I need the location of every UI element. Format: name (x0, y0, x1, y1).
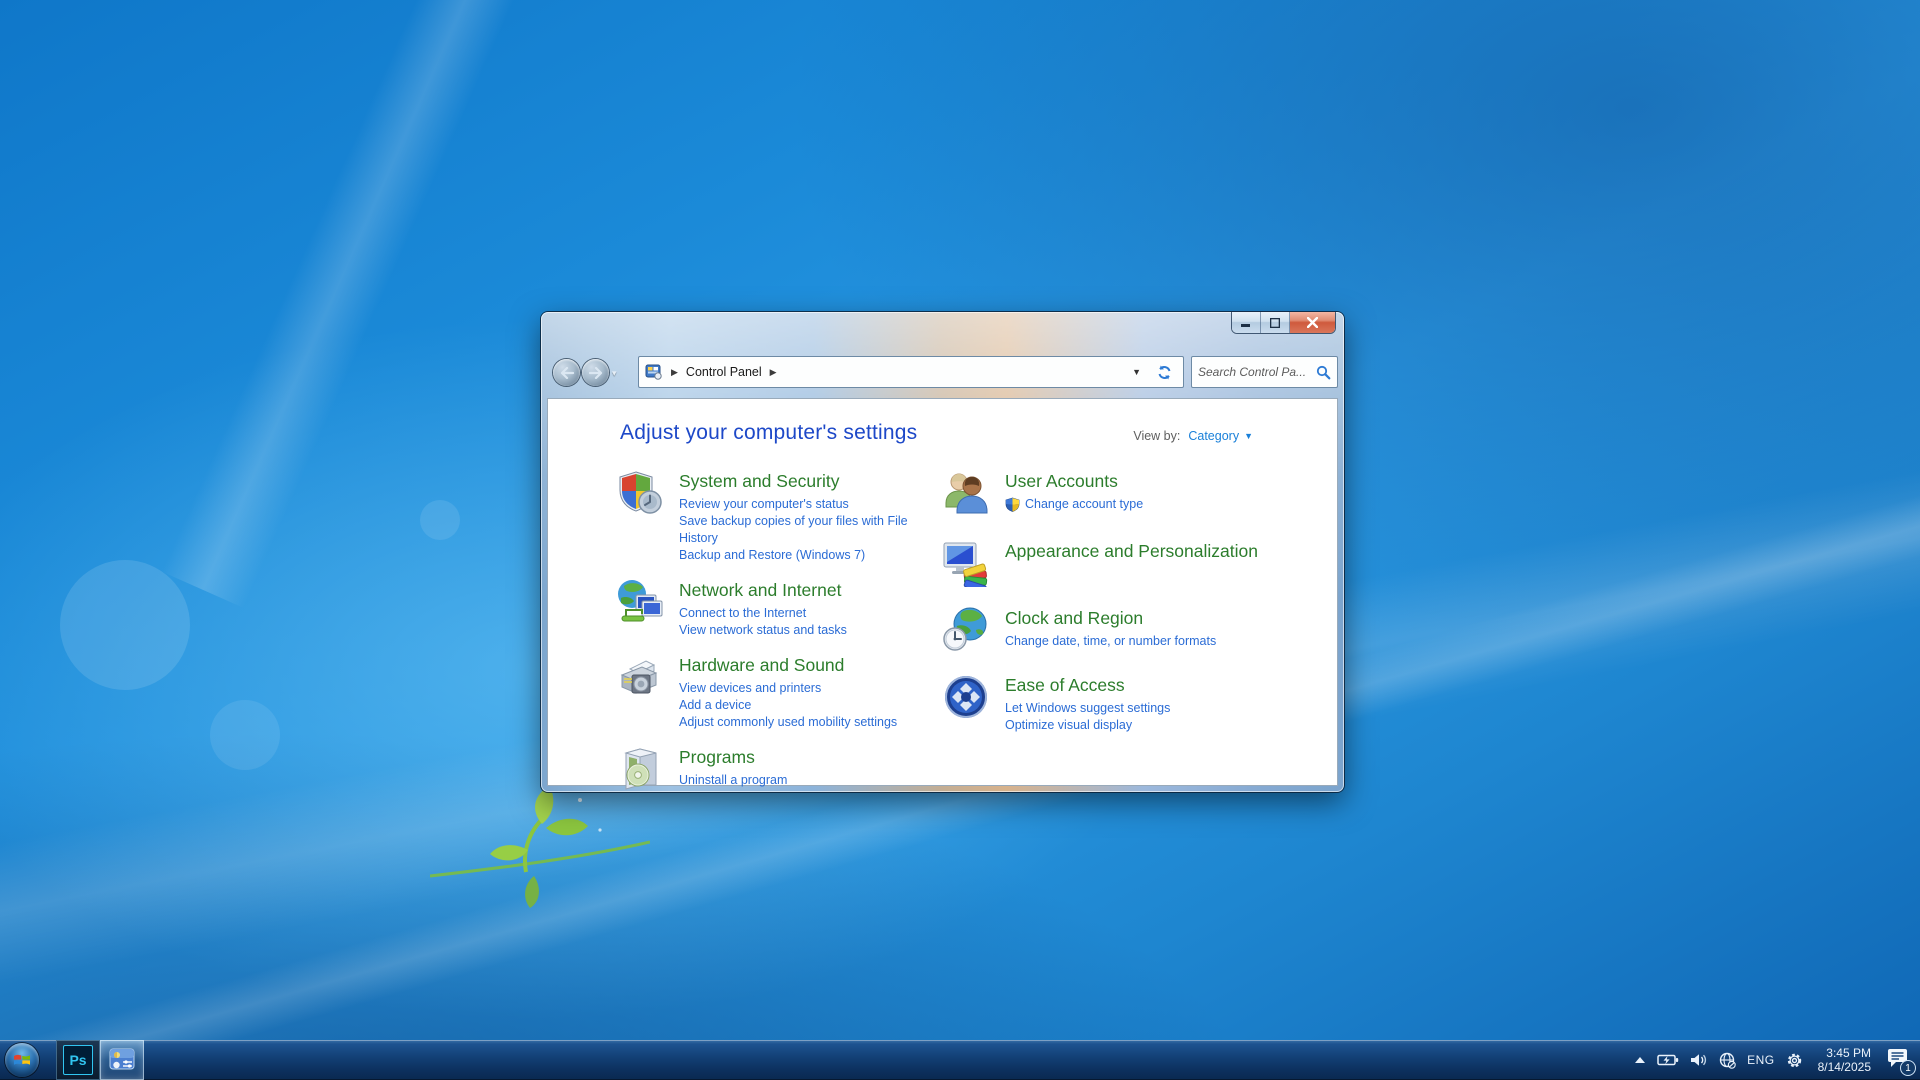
notification-center-button[interactable]: 1 (1886, 1047, 1912, 1073)
clock-and-region-icon[interactable] (942, 606, 990, 654)
desktop: ▾ ▶ Control Panel ▶ ▼ (0, 0, 1920, 1080)
taskbar-photoshop-button[interactable]: Ps (56, 1040, 100, 1080)
search-icon[interactable] (1316, 365, 1331, 380)
link-uninstall-a-program[interactable]: Uninstall a program (679, 772, 787, 789)
wallpaper-bokeh (420, 500, 460, 540)
notification-count-badge: 1 (1900, 1060, 1916, 1076)
category-user-accounts: User Accounts Change account type (942, 469, 1292, 517)
category-appearance-and-personalization: Appearance and Personalization (942, 539, 1292, 587)
category-title-programs[interactable]: Programs (679, 747, 755, 768)
category-clock-and-region: Clock and Region Change date, time, or n… (942, 606, 1292, 654)
control-panel-content: Adjust your computer's settings View by:… (547, 398, 1338, 786)
control-panel-window: ▾ ▶ Control Panel ▶ ▼ (541, 312, 1344, 792)
breadcrumb-caret-icon[interactable]: ▶ (770, 367, 777, 378)
link-change-account-type[interactable]: Change account type (1025, 496, 1143, 513)
settings-gear-icon[interactable] (1786, 1052, 1803, 1069)
category-hardware-and-sound: Hardware and Sound View devices and prin… (616, 653, 928, 731)
chevron-down-icon[interactable]: ▼ (1244, 431, 1253, 441)
control-panel-icon (645, 364, 663, 380)
system-and-security-icon[interactable] (616, 469, 664, 517)
clock-date: 8/14/2025 (1818, 1060, 1871, 1074)
windows-logo-icon (12, 1050, 32, 1070)
link-optimize-visual-display[interactable]: Optimize visual display (1005, 717, 1170, 734)
category-title-network-and-internet[interactable]: Network and Internet (679, 580, 841, 601)
link-view-devices-and-printers[interactable]: View devices and printers (679, 680, 897, 697)
taskbar: Ps (0, 1040, 1920, 1080)
uac-shield-icon (1005, 497, 1020, 512)
view-by-control: View by: Category ▼ (1133, 429, 1253, 443)
photoshop-icon: Ps (63, 1045, 93, 1075)
taskbar-control-panel-button[interactable] (100, 1040, 144, 1080)
back-button[interactable] (553, 359, 580, 386)
search-box (1191, 356, 1338, 388)
clock[interactable]: 3:45 PM 8/14/2025 (1814, 1046, 1875, 1074)
wallpaper-sprout-graphic (430, 780, 650, 910)
category-title-clock-and-region[interactable]: Clock and Region (1005, 608, 1143, 629)
breadcrumb-caret-icon[interactable]: ▶ (671, 367, 678, 378)
breadcrumb-control-panel[interactable]: Control Panel (682, 363, 766, 381)
ease-of-access-icon[interactable] (942, 673, 990, 721)
view-by-dropdown[interactable]: Category ▼ (1188, 429, 1253, 443)
link-view-network-status[interactable]: View network status and tasks (679, 622, 847, 639)
category-title-system-and-security[interactable]: System and Security (679, 471, 839, 492)
category-title-appearance-and-personalization[interactable]: Appearance and Personalization (1005, 541, 1258, 562)
wallpaper-bokeh (60, 560, 190, 690)
maximize-button[interactable] (1261, 312, 1290, 333)
programs-icon[interactable] (616, 745, 664, 793)
category-title-hardware-and-sound[interactable]: Hardware and Sound (679, 655, 844, 676)
network-and-internet-icon[interactable] (616, 578, 664, 626)
category-column-right: User Accounts Change account type (942, 469, 1292, 734)
language-indicator[interactable]: ENG (1747, 1053, 1775, 1067)
wallpaper-light-beam (162, 0, 529, 608)
page-title: Adjust your computer's settings (620, 421, 917, 445)
category-system-and-security: System and Security Review your computer… (616, 469, 928, 564)
battery-icon[interactable] (1657, 1053, 1679, 1067)
view-by-label: View by: (1133, 429, 1180, 443)
address-bar[interactable]: ▶ Control Panel ▶ ▼ (638, 356, 1184, 388)
network-globe-icon[interactable] (1719, 1052, 1736, 1069)
link-change-date-time-formats[interactable]: Change date, time, or number formats (1005, 633, 1216, 650)
hardware-and-sound-icon[interactable] (616, 653, 664, 701)
minimize-button[interactable] (1232, 312, 1261, 333)
link-review-computer-status[interactable]: Review your computer's status (679, 496, 928, 513)
link-connect-to-internet[interactable]: Connect to the Internet (679, 605, 847, 622)
link-save-backup-copies[interactable]: Save backup copies of your files with Fi… (679, 513, 928, 547)
volume-icon[interactable] (1690, 1053, 1708, 1067)
forward-button[interactable] (582, 359, 609, 386)
user-accounts-icon[interactable] (942, 469, 990, 517)
category-programs: Programs Uninstall a program (616, 745, 928, 793)
start-button[interactable] (5, 1043, 39, 1077)
category-network-and-internet: Network and Internet Connect to the Inte… (616, 578, 928, 639)
close-button[interactable] (1290, 312, 1335, 333)
address-dropdown-caret-icon[interactable]: ▼ (1122, 367, 1151, 377)
category-ease-of-access: Ease of Access Let Windows suggest setti… (942, 673, 1292, 734)
system-tray: ENG 3:45 PM 8/14/2025 1 (1634, 1040, 1912, 1080)
link-add-a-device[interactable]: Add a device (679, 697, 897, 714)
category-title-user-accounts[interactable]: User Accounts (1005, 471, 1118, 492)
control-panel-taskbar-icon (108, 1046, 136, 1074)
category-column-left: System and Security Review your computer… (616, 469, 928, 793)
recent-pages-chevron-icon[interactable]: ▾ (612, 368, 617, 379)
view-by-value[interactable]: Category (1188, 429, 1239, 443)
wallpaper-bokeh (210, 700, 280, 770)
appearance-and-personalization-icon[interactable] (942, 539, 990, 587)
taskbar-app-buttons: Ps (56, 1040, 144, 1080)
refresh-button[interactable] (1151, 359, 1177, 385)
window-caption-buttons (1232, 312, 1335, 333)
category-title-ease-of-access[interactable]: Ease of Access (1005, 675, 1125, 696)
link-let-windows-suggest-settings[interactable]: Let Windows suggest settings (1005, 700, 1170, 717)
search-input[interactable] (1198, 365, 1316, 379)
show-hidden-icons-button[interactable] (1634, 1056, 1646, 1064)
clock-time: 3:45 PM (1818, 1046, 1871, 1060)
link-backup-and-restore[interactable]: Backup and Restore (Windows 7) (679, 547, 928, 564)
link-adjust-mobility-settings[interactable]: Adjust commonly used mobility settings (679, 714, 897, 731)
